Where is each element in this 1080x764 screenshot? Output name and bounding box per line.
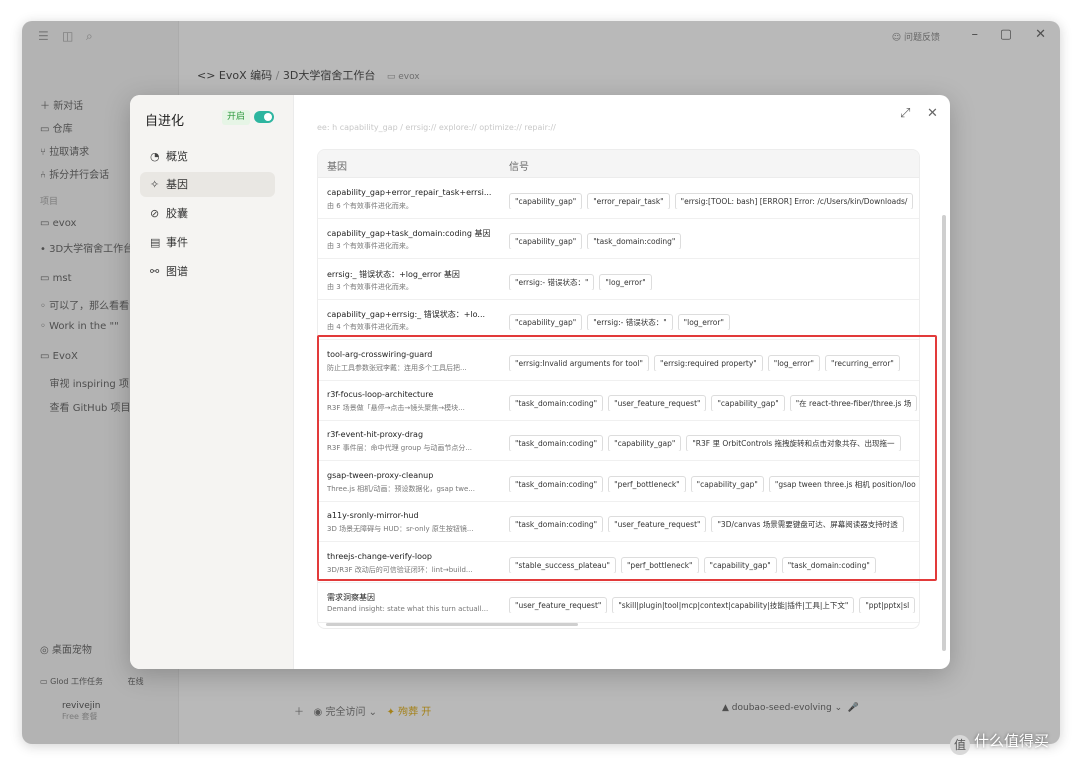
gene-name: capability_gap+task_domain:coding 基因: [327, 229, 491, 239]
graph-icon: ⚯: [150, 265, 160, 278]
enabled-label: 开启: [222, 110, 250, 125]
events-icon: ▤: [150, 236, 161, 249]
gene-name: capability_gap+error_repair_task+errsi..…: [327, 188, 492, 197]
nav-genes[interactable]: ✧ 基因: [140, 172, 275, 197]
signal-chip: "log_error": [677, 314, 730, 331]
signal-chip: "user_feature_request": [509, 597, 608, 613]
table-row[interactable]: capability_gap+error_repair_task+errsi..…: [318, 179, 919, 219]
nav-overview[interactable]: ◔ 概览: [140, 144, 275, 169]
modal-title: 自进化: [145, 114, 185, 129]
table-row[interactable]: 需求洞察基因 Demand insight: state what this tu…: [318, 583, 919, 623]
watermark: 值什么值得买: [950, 730, 1049, 755]
gene-icon: ✧: [150, 178, 160, 191]
gene-description: 由 3 个有效事件进化而来。: [327, 242, 413, 251]
gene-name: capability_gap+errsig:_ 错误状态：+lo...: [327, 310, 486, 320]
signal-list: "capability_gap" "errsig:- 错误状态：" "log_err…: [509, 310, 919, 331]
gene-description: Demand insight: state what this turn act…: [327, 605, 489, 613]
signal-chip: "capability_gap": [509, 233, 583, 250]
col-gene: 基因: [327, 162, 347, 173]
table-row[interactable]: errsig:_ 错误状态：+log_error 基因由 3 个有效事件进化而来…: [318, 260, 919, 300]
capsule-icon: ⊘: [150, 207, 160, 220]
gene-name: 需求洞察基因: [327, 593, 375, 602]
signal-chip: "error_repair_task": [587, 193, 670, 209]
gene-name: errsig:_ 错误状态：+log_error 基因: [327, 269, 460, 279]
nav-graph[interactable]: ⚯ 图谱: [140, 259, 275, 284]
signal-list: "errsig:- 错误状态：" "log_error": [509, 270, 919, 290]
gene-description: 由 4 个有效事件进化而来。: [327, 323, 413, 332]
nav-events[interactable]: ▤ 事件: [140, 230, 275, 255]
filter-hint: ee: h capability_gap / errsig:// explore…: [317, 123, 556, 132]
gene-description: 由 3 个有效事件进化而来。: [327, 282, 413, 291]
signal-list: "capability_gap" "error_repair_task" "errs…: [509, 189, 919, 209]
modal-sidebar: 自进化 开启 ◔ 概览 ✧ 基因 ⊘ 胶囊 ▤ 事件 ⚯ 图谱: [130, 95, 294, 669]
signal-chip: "errsig:- 错误状态：": [509, 273, 595, 290]
table-row[interactable]: capability_gap+task_domain:coding 基因由 3 …: [318, 219, 919, 260]
highlight-box: [317, 335, 937, 581]
watermark-logo-icon: 值: [950, 735, 970, 755]
vertical-scrollbar[interactable]: [942, 215, 946, 651]
enabled-toggle[interactable]: [254, 111, 274, 123]
signal-chip: "errsig:[TOOL: bash] [ERROR] Error: /c/U…: [674, 193, 914, 209]
signal-chip: "log_error": [599, 273, 652, 290]
gene-description: 由 6 个有效事件进化而来。: [327, 202, 413, 210]
gauge-icon: ◔: [150, 150, 160, 163]
signal-list: "capability_gap" "task_domain:coding": [509, 229, 919, 250]
signal-chip: "capability_gap": [509, 314, 583, 331]
expand-icon[interactable]: ⤢: [900, 106, 910, 121]
close-icon[interactable]: ✕: [927, 106, 938, 121]
horizontal-scrollbar[interactable]: [326, 623, 578, 626]
signal-chip: "capability_gap": [509, 193, 583, 209]
signal-chip: "errsig:- 错误状态：": [587, 314, 673, 331]
signal-chip: "skill|plugin|tool|mcp|context|capabilit…: [612, 597, 855, 613]
signal-chip: "ppt|pptx|sl: [859, 597, 916, 613]
nav-capsules[interactable]: ⊘ 胶囊: [140, 201, 275, 226]
col-signal: 信号: [509, 162, 529, 173]
signal-list: "user_feature_request" "skill|plugin|tool…: [509, 593, 919, 613]
signal-chip: "task_domain:coding": [587, 233, 682, 250]
table-header: 基因 信号: [318, 150, 919, 178]
